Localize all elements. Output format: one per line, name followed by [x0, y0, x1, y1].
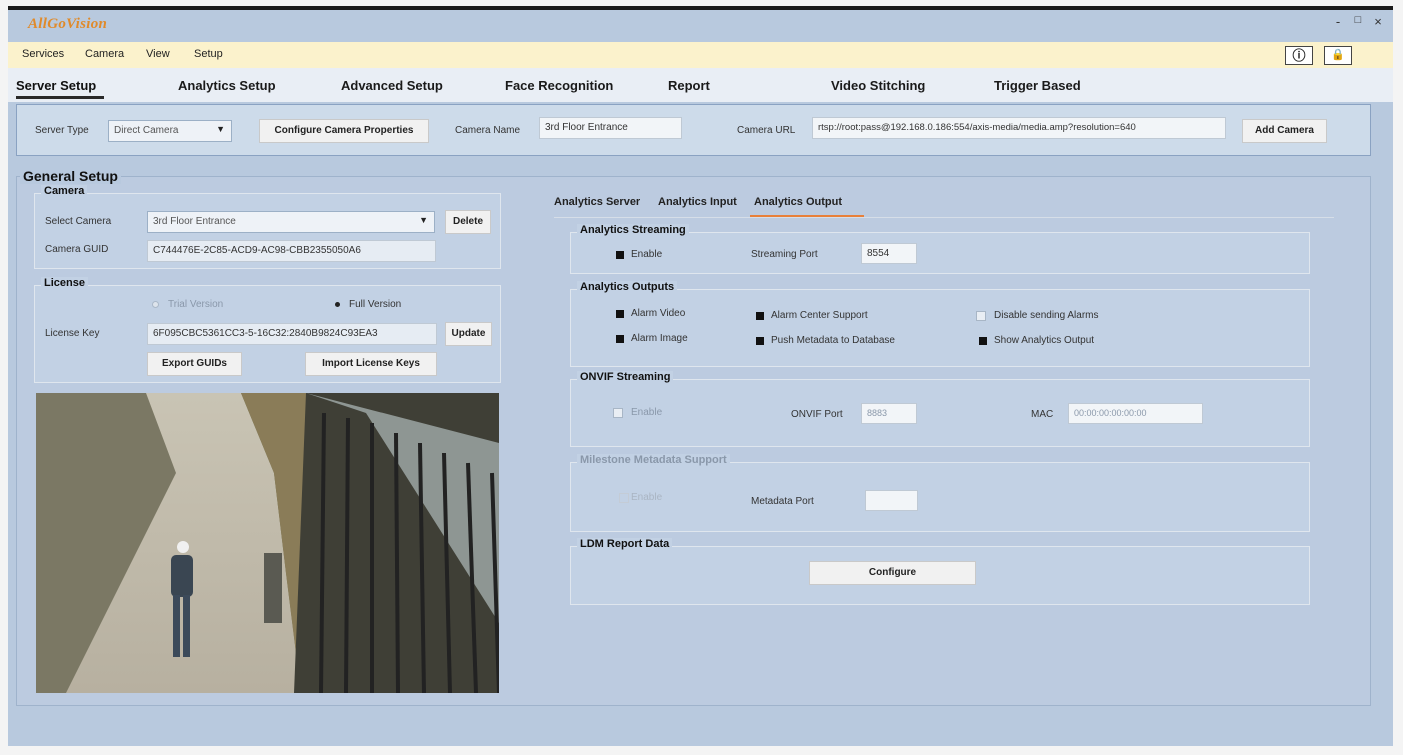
general-setup-title: General Setup [20, 168, 121, 184]
streaming-enable-label: Enable [631, 249, 663, 260]
metadata-port-field[interactable] [865, 490, 918, 511]
update-license-button[interactable]: Update [445, 322, 492, 346]
metadata-port-label: Metadata Port [751, 496, 814, 507]
alarm-video-checkbox[interactable] [616, 310, 624, 318]
minimize-button[interactable]: - [1330, 14, 1346, 29]
server-type-label: Server Type [35, 125, 89, 136]
alarm-center-checkbox[interactable] [756, 312, 764, 320]
show-output-label: Show Analytics Output [994, 335, 1095, 346]
configure-camera-properties-button[interactable]: Configure Camera Properties [259, 119, 429, 143]
analytics-streaming-group: Analytics Streaming Enable Streaming Por… [570, 224, 1310, 274]
onvif-enable-checkbox[interactable] [613, 408, 623, 418]
alarm-center-label: Alarm Center Support [771, 310, 868, 321]
mac-label: MAC [1031, 409, 1054, 420]
delete-camera-button[interactable]: Delete [445, 210, 491, 234]
active-tab-indicator [16, 96, 104, 99]
camera-url-field[interactable]: rtsp://root:pass@192.168.0.186:554/axis-… [812, 117, 1226, 139]
onvif-streaming-group: ONVIF Streaming Enable ONVIF Port 8883 M… [570, 371, 1310, 447]
tab-face-recognition[interactable]: Face Recognition [505, 78, 613, 93]
tab-analytics-output[interactable]: Analytics Output [754, 196, 842, 208]
tab-analytics-input[interactable]: Analytics Input [658, 196, 737, 208]
ldm-report-caption: LDM Report Data [577, 538, 673, 550]
add-camera-button[interactable]: Add Camera [1242, 119, 1327, 143]
trial-version-label: Trial Version [168, 299, 224, 310]
maximize-button[interactable]: □ [1350, 14, 1366, 26]
show-output-checkbox[interactable] [979, 337, 987, 345]
title-bar: AllGoVision - □ × [8, 10, 1393, 42]
alarm-video-label: Alarm Video [631, 308, 686, 319]
push-metadata-label: Push Metadata to Database [771, 335, 895, 346]
camera-guid-label: Camera GUID [45, 244, 109, 255]
license-group: License Trial Version Full Version Licen… [34, 277, 501, 383]
analytics-outputs-caption: Analytics Outputs [577, 281, 678, 293]
disable-alarms-label: Disable sending Alarms [994, 310, 1099, 321]
milestone-enable-checkbox[interactable] [619, 493, 629, 503]
server-type-value: Direct Camera [114, 125, 179, 136]
camera-name-field[interactable]: 3rd Floor Entrance [539, 117, 682, 139]
tab-report[interactable]: Report [668, 78, 710, 93]
streaming-port-label: Streaming Port [751, 249, 818, 260]
select-camera-value: 3rd Floor Entrance [153, 216, 236, 227]
menu-view[interactable]: View [146, 48, 170, 60]
subtab-divider [554, 217, 1334, 218]
tab-analytics-server[interactable]: Analytics Server [554, 196, 640, 208]
full-version-label: Full Version [349, 299, 402, 310]
camera-preview-svg [36, 393, 499, 693]
camera-name-label: Camera Name [455, 125, 521, 136]
server-type-select[interactable]: Direct Camera ▼ [108, 120, 232, 142]
streaming-enable-checkbox[interactable] [616, 251, 624, 259]
milestone-enable-label: Enable [631, 492, 663, 503]
onvif-port-label: ONVIF Port [791, 409, 843, 420]
alarm-image-label: Alarm Image [631, 333, 688, 344]
chevron-down-icon: ▼ [419, 215, 428, 225]
push-metadata-checkbox[interactable] [756, 337, 764, 345]
tab-video-stitching[interactable]: Video Stitching [831, 78, 925, 93]
app-logo: AllGoVision [28, 16, 108, 32]
camera-url-label: Camera URL [737, 125, 796, 136]
milestone-group: Milestone Metadata Support Enable Metada… [570, 454, 1310, 532]
app-window: AllGoVision - □ × Services Camera View S… [8, 6, 1393, 746]
menu-setup[interactable]: Setup [194, 48, 223, 60]
trial-version-radio[interactable] [152, 301, 159, 308]
select-camera-dropdown[interactable]: 3rd Floor Entrance ▼ [147, 211, 435, 233]
disable-alarms-checkbox[interactable] [976, 311, 986, 321]
camera-bar: Server Type Direct Camera ▼ Configure Ca… [16, 104, 1371, 156]
menu-bar: Services Camera View Setup ⓘ 🔒 [8, 42, 1393, 68]
license-key-label: License Key [45, 328, 100, 339]
chevron-down-icon: ▼ [216, 124, 225, 134]
tab-analytics-setup[interactable]: Analytics Setup [178, 78, 276, 93]
info-icon[interactable]: ⓘ [1285, 46, 1313, 65]
configure-ldm-button[interactable]: Configure [809, 561, 976, 585]
alarm-image-checkbox[interactable] [616, 335, 624, 343]
license-group-caption: License [41, 277, 88, 289]
ldm-report-group: LDM Report Data Configure [570, 538, 1310, 605]
menu-services[interactable]: Services [22, 48, 64, 60]
export-guids-button[interactable]: Export GUIDs [147, 352, 242, 376]
mac-field[interactable]: 00:00:00:00:00:00 [1068, 403, 1203, 424]
analytics-outputs-group: Analytics Outputs Alarm Video Alarm Imag… [570, 281, 1310, 367]
tab-advanced-setup[interactable]: Advanced Setup [341, 78, 443, 93]
camera-group-caption: Camera [41, 185, 88, 197]
streaming-port-field[interactable]: 8554 [861, 243, 917, 264]
tab-trigger-based[interactable]: Trigger Based [994, 78, 1081, 93]
full-version-radio[interactable] [335, 302, 340, 307]
onvif-enable-label: Enable [631, 407, 663, 418]
camera-preview-image [36, 393, 499, 693]
license-key-field[interactable]: 6F095CBC5361CC3-5-16C32:2840B9824C93EA3 [147, 323, 437, 345]
main-tabs: Server Setup Analytics Setup Advanced Se… [8, 68, 1393, 102]
onvif-streaming-caption: ONVIF Streaming [577, 371, 674, 383]
lock-icon[interactable]: 🔒 [1324, 46, 1352, 65]
close-button[interactable]: × [1370, 14, 1386, 29]
menu-camera[interactable]: Camera [85, 48, 124, 60]
camera-group: Camera Select Camera 3rd Floor Entrance … [34, 185, 501, 269]
analytics-streaming-caption: Analytics Streaming [577, 224, 689, 236]
import-license-keys-button[interactable]: Import License Keys [305, 352, 437, 376]
tab-server-setup[interactable]: Server Setup [16, 78, 96, 93]
milestone-caption: Milestone Metadata Support [577, 454, 730, 466]
select-camera-label: Select Camera [45, 216, 112, 227]
camera-guid-field: C744476E-2C85-ACD9-AC98-CBB2355050A6 [147, 240, 436, 262]
onvif-port-field[interactable]: 8883 [861, 403, 917, 424]
